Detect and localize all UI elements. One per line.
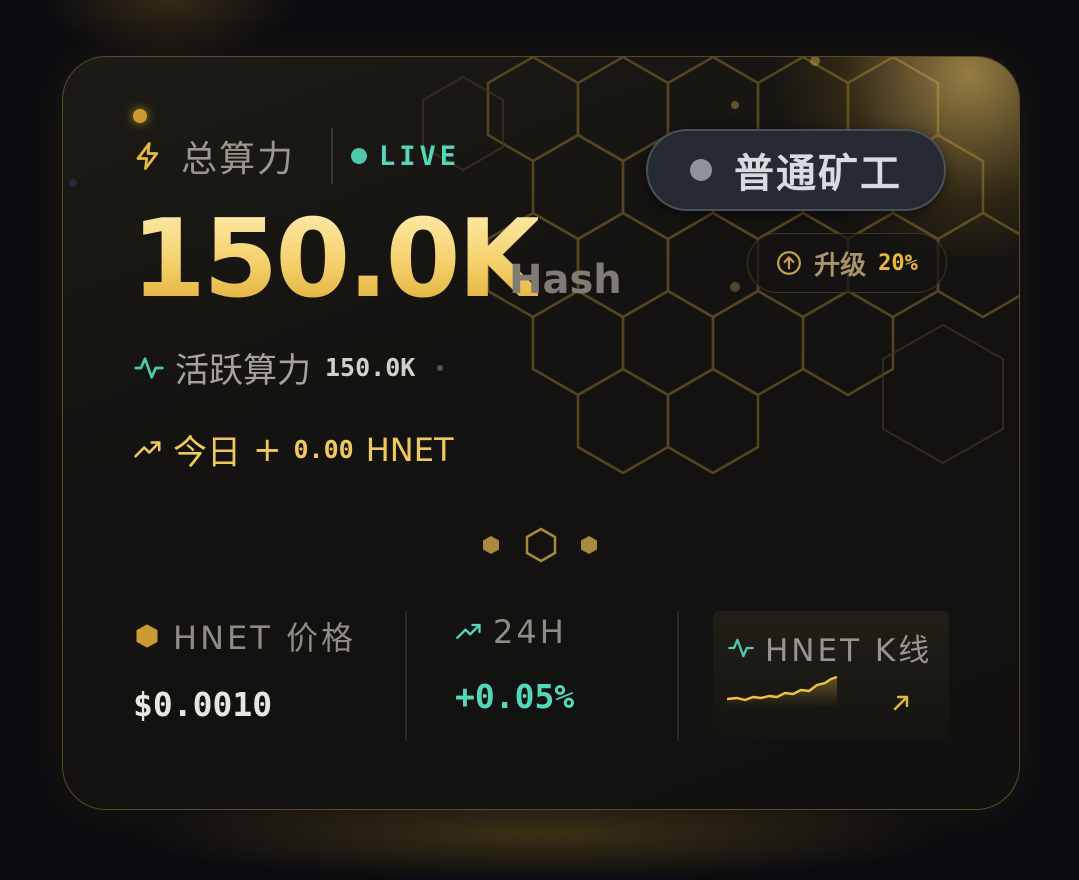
upgrade-button[interactable]: 升级 20% <box>747 233 947 293</box>
today-unit: HNET <box>365 430 454 469</box>
hashrate-title: 总算力 <box>181 139 296 180</box>
price-stat: HNET 价格 $0.0010 <box>133 613 356 724</box>
glow-dot <box>133 109 147 123</box>
live-indicator-dot <box>351 148 368 164</box>
price-label: HNET 价格 <box>173 619 356 657</box>
background-glow-top <box>40 0 300 60</box>
miner-status-dot <box>690 159 712 181</box>
activity-pulse-icon <box>134 356 164 379</box>
change-24h-value: +0.05% <box>455 677 575 716</box>
kline-label: HNET K线 <box>765 633 933 669</box>
today-sign: + <box>253 429 282 470</box>
hashrate-unit: Hash <box>509 257 622 303</box>
trending-up-icon <box>456 623 481 639</box>
upgrade-percent: 20% <box>878 250 918 276</box>
change-24h-label: 24H <box>493 613 567 651</box>
trending-up-icon <box>134 440 161 457</box>
miner-level-label: 普通矿工 <box>734 151 902 197</box>
miner-level-badge[interactable]: 普通矿工 <box>646 129 946 211</box>
today-label: 今日 <box>173 433 241 473</box>
live-label: LIVE <box>379 140 461 172</box>
arrow-up-right-icon[interactable] <box>889 691 913 715</box>
section-divider <box>153 527 943 563</box>
stat-separator <box>677 611 679 741</box>
active-hashrate-value: 150.0K <box>325 353 416 382</box>
hashrate-value: 150.0K <box>131 197 541 322</box>
today-value: 0.00 <box>293 435 354 464</box>
active-hashrate-label: 活跃算力 <box>175 351 311 391</box>
stat-separator <box>405 611 407 741</box>
header-row: 总算力 LIVE <box>133 128 461 184</box>
kline-card[interactable]: HNET K线 <box>713 611 949 741</box>
active-hashrate-row: 活跃算力 150.0K <box>133 343 444 392</box>
hexagon-icon <box>136 624 158 648</box>
separator-dot <box>437 364 444 371</box>
lightning-icon <box>136 142 159 170</box>
arrow-up-circle-icon <box>777 251 802 275</box>
activity-pulse-icon <box>728 638 754 657</box>
header-separator <box>331 128 334 184</box>
change-24h-stat: 24H +0.05% <box>455 613 574 716</box>
today-earnings-row: 今日 + 0.00 HNET <box>133 425 453 474</box>
hashrate-card: 总算力 LIVE 普通矿工 升级 20% 150.0K Hash 活跃算力 15… <box>62 56 1020 810</box>
upgrade-label: 升级 <box>814 250 867 281</box>
price-value: $0.0010 <box>133 685 273 724</box>
sparkline <box>727 675 838 707</box>
